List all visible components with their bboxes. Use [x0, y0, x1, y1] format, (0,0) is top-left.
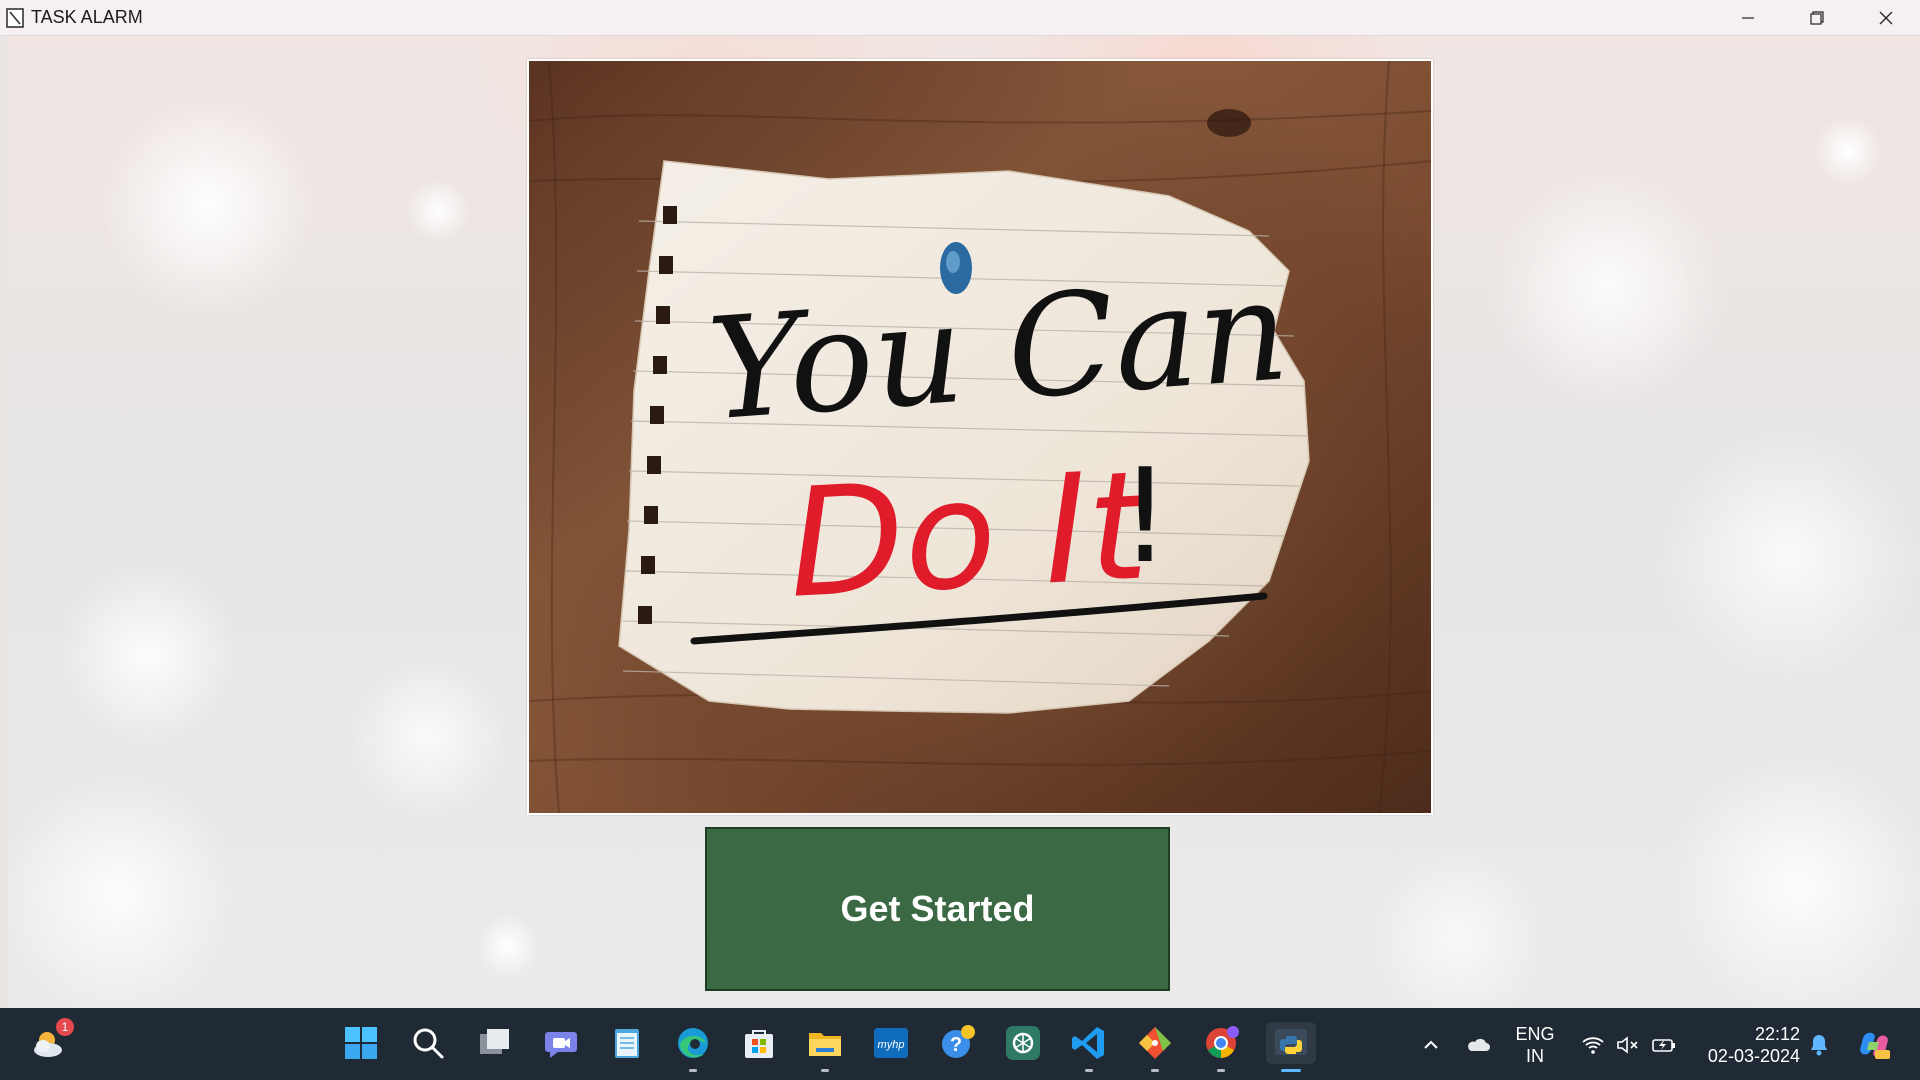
language-bottom: IN: [1526, 1046, 1544, 1066]
vscode-button[interactable]: [1068, 1022, 1110, 1072]
minimize-button[interactable]: [1713, 0, 1782, 35]
vscode-icon: [1072, 1027, 1104, 1059]
svg-text:?: ?: [950, 1034, 962, 1056]
volume-muted-icon: [1617, 1036, 1638, 1054]
clock-date: 02-03-2024: [1707, 1046, 1800, 1066]
app-content: You Can Do It ! Get Started: [8, 36, 1920, 1008]
clock[interactable]: 22:12 02-03-2024: [1696, 1023, 1800, 1067]
search-icon: [413, 1028, 444, 1059]
task-view-icon: [480, 1029, 509, 1054]
language-top: ENG: [1515, 1024, 1555, 1044]
myhp-label: myhp: [878, 1039, 905, 1051]
window-title: TASK ALARM: [31, 7, 143, 27]
close-button[interactable]: [1851, 0, 1920, 35]
copilot-button[interactable]: [1857, 1028, 1891, 1062]
start-button[interactable]: [340, 1022, 382, 1064]
chatgpt-button[interactable]: [1002, 1022, 1044, 1064]
onedrive-button[interactable]: [1465, 1032, 1491, 1058]
chrome-running-indicator: [1217, 1069, 1225, 1072]
microsoft-store-icon: [745, 1030, 773, 1058]
explorer-running-indicator: [821, 1069, 829, 1072]
taskbar: 1 myhp ? ENG IN 22:12 02-03-2024: [0, 1008, 1920, 1080]
weather-widget[interactable]: 1: [28, 1018, 74, 1064]
restore-button[interactable]: [1782, 0, 1851, 35]
notifications-button[interactable]: [1806, 1032, 1832, 1058]
close-icon: [1879, 11, 1892, 24]
file-explorer-button[interactable]: [804, 1022, 846, 1072]
image-text-exclamation: !: [1119, 440, 1171, 592]
edge-button[interactable]: [672, 1022, 714, 1072]
battery-button[interactable]: [1651, 1032, 1677, 1058]
battery-charging-icon: [1652, 1039, 1675, 1052]
file-explorer-icon: [809, 1033, 841, 1056]
bell-icon: [1811, 1035, 1827, 1056]
git-running-indicator: [1151, 1069, 1159, 1072]
chrome-button[interactable]: [1200, 1022, 1242, 1072]
task-view-button[interactable]: [474, 1022, 516, 1064]
chat-button[interactable]: [540, 1022, 582, 1064]
app-icon: [6, 7, 24, 28]
git-button[interactable]: [1134, 1022, 1176, 1072]
python-active-indicator: [1281, 1069, 1301, 1072]
start-icon: [345, 1027, 377, 1059]
show-hidden-icons-button[interactable]: [1418, 1032, 1444, 1058]
volume-button[interactable]: [1615, 1032, 1641, 1058]
chevron-up-icon: [1424, 1040, 1438, 1049]
python-icon: [1275, 1029, 1307, 1055]
git-icon: [1139, 1027, 1171, 1059]
copilot-icon: [1860, 1032, 1890, 1059]
language-indicator[interactable]: ENG IN: [1510, 1023, 1560, 1067]
chrome-icon: [1206, 1026, 1239, 1058]
edge-icon: [678, 1028, 708, 1058]
get-help-icon: ?: [942, 1025, 975, 1058]
myhp-button[interactable]: myhp: [870, 1022, 912, 1064]
title-bar: TASK ALARM: [0, 0, 1920, 36]
get-help-button[interactable]: ?: [936, 1022, 978, 1064]
teams-chat-icon: [545, 1032, 577, 1058]
minimize-icon: [1741, 16, 1754, 19]
motivation-image: You Can Do It !: [527, 59, 1433, 815]
chatgpt-icon: [1006, 1026, 1040, 1060]
vscode-running-indicator: [1085, 1069, 1093, 1072]
myhp-icon: myhp: [874, 1028, 908, 1058]
wifi-icon: [1582, 1037, 1604, 1054]
clock-time: 22:12: [1754, 1024, 1800, 1044]
get-started-button[interactable]: Get Started: [705, 827, 1170, 991]
image-text-do-it: Do It: [784, 439, 1156, 632]
edge-running-indicator: [689, 1069, 697, 1072]
python-app-button[interactable]: [1266, 1022, 1316, 1072]
restore-icon: [1809, 10, 1824, 25]
onedrive-cloud-icon: [1468, 1038, 1490, 1051]
search-button[interactable]: [407, 1022, 449, 1064]
notepad-button[interactable]: [606, 1022, 648, 1064]
wifi-button[interactable]: [1580, 1032, 1606, 1058]
notepad-icon: [615, 1029, 639, 1058]
weather-badge: 1: [56, 1018, 74, 1036]
store-button[interactable]: [738, 1022, 780, 1064]
